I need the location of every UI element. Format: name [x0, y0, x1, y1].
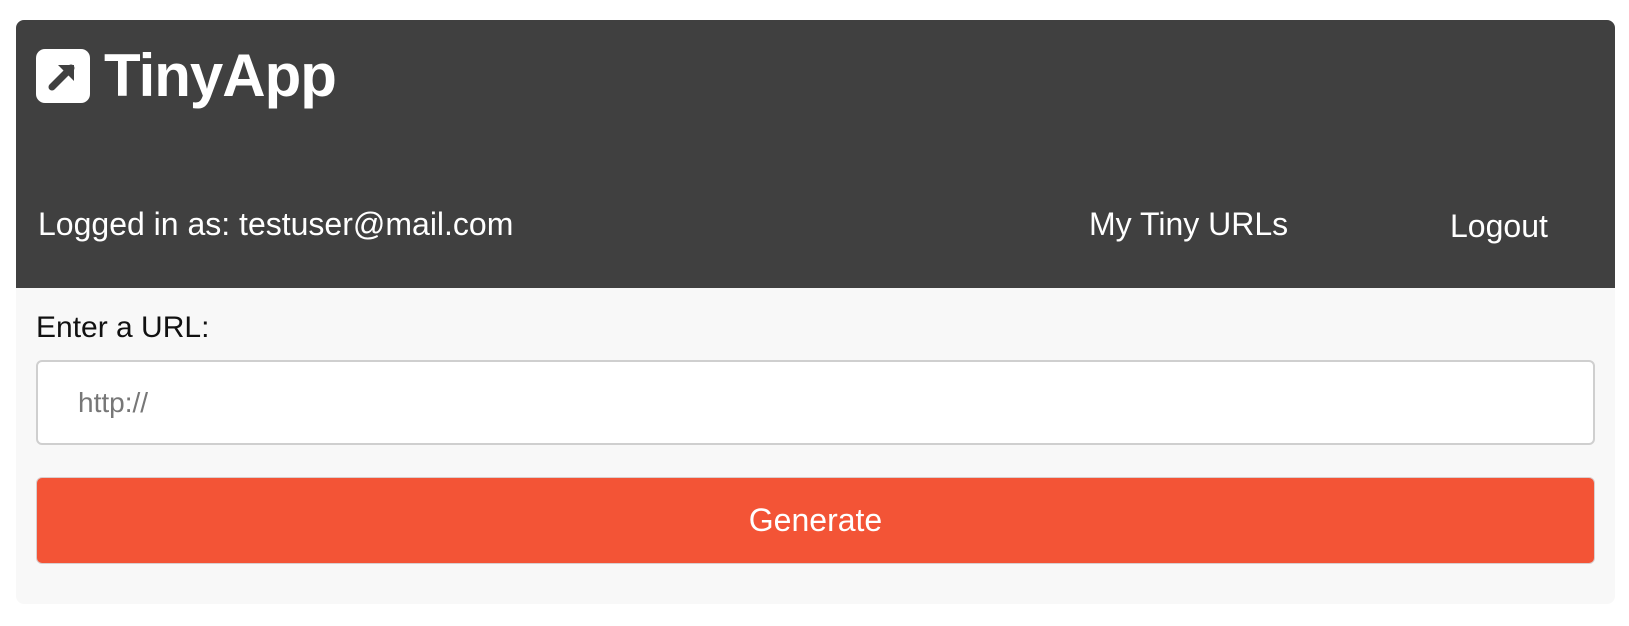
app-title: TinyApp — [104, 42, 337, 109]
my-tiny-urls-link[interactable]: My Tiny URLs — [1089, 206, 1288, 243]
url-input[interactable] — [36, 360, 1595, 445]
arrow-up-right-square-icon — [36, 49, 90, 103]
brand[interactable]: TinyApp — [36, 42, 337, 109]
generate-button[interactable]: Generate — [36, 477, 1595, 564]
header: TinyApp Logged in as: testuser@mail.com … — [16, 20, 1615, 288]
url-form: Enter a URL: Generate — [16, 288, 1615, 564]
header-nav: Logged in as: testuser@mail.com My Tiny … — [16, 206, 1615, 246]
logout-link[interactable]: Logout — [1450, 208, 1548, 245]
url-field-label: Enter a URL: — [36, 311, 210, 344]
app-card: TinyApp Logged in as: testuser@mail.com … — [16, 20, 1615, 604]
logged-in-user-label: Logged in as: testuser@mail.com — [38, 206, 514, 242]
